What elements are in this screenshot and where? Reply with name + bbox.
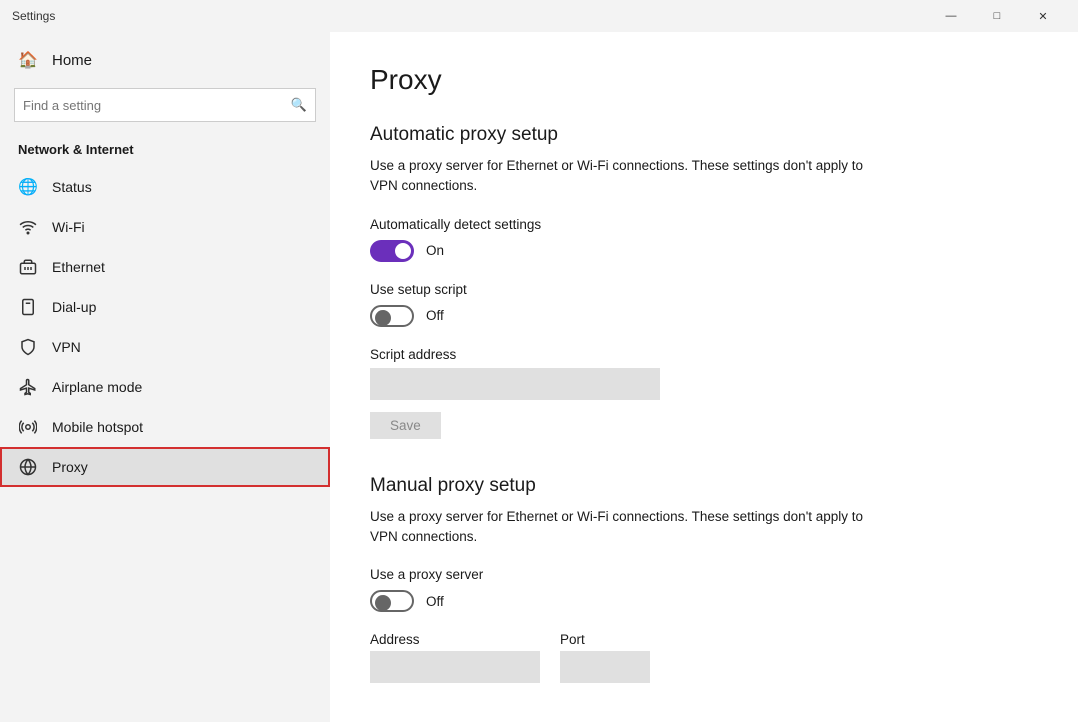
search-box: 🔍 — [14, 88, 316, 122]
sidebar-item-airplane[interactable]: Airplane mode — [0, 367, 330, 407]
sidebar: 🏠 Home 🔍 Network & Internet 🌐 Status Wi-… — [0, 32, 330, 722]
sidebar-item-label: Wi-Fi — [52, 219, 85, 235]
manual-section-desc: Use a proxy server for Ethernet or Wi-Fi… — [370, 507, 870, 548]
setup-script-toggle[interactable] — [370, 305, 414, 327]
sidebar-item-dialup[interactable]: Dial-up — [0, 287, 330, 327]
sidebar-item-wifi[interactable]: Wi-Fi — [0, 207, 330, 247]
status-icon: 🌐 — [18, 177, 38, 197]
use-proxy-state: Off — [426, 594, 444, 609]
search-icon: 🔍 — [291, 97, 307, 113]
hotspot-icon — [18, 417, 38, 437]
auto-detect-thumb — [395, 243, 411, 259]
setup-script-state: Off — [426, 308, 444, 323]
address-label: Address — [370, 632, 540, 647]
sidebar-item-label: Proxy — [52, 459, 88, 475]
sidebar-item-label: VPN — [52, 339, 81, 355]
address-port-row: Address Port — [370, 632, 1030, 683]
setup-script-thumb — [375, 310, 391, 326]
sidebar-item-proxy[interactable]: Proxy — [0, 447, 330, 487]
minimize-button[interactable]: — — [928, 0, 974, 32]
use-proxy-label: Use a proxy server — [370, 567, 1030, 582]
section-heading: Network & Internet — [0, 136, 330, 167]
dialup-icon — [18, 297, 38, 317]
use-proxy-toggle[interactable] — [370, 590, 414, 612]
sidebar-item-ethernet[interactable]: Ethernet — [0, 247, 330, 287]
app-body: 🏠 Home 🔍 Network & Internet 🌐 Status Wi-… — [0, 32, 1078, 722]
sidebar-item-hotspot[interactable]: Mobile hotspot — [0, 407, 330, 447]
sidebar-item-label: Airplane mode — [52, 379, 142, 395]
page-title: Proxy — [370, 64, 1030, 96]
wifi-icon — [18, 217, 38, 237]
sidebar-item-label: Mobile hotspot — [52, 419, 143, 435]
sidebar-item-vpn[interactable]: VPN — [0, 327, 330, 367]
address-input[interactable] — [370, 651, 540, 683]
auto-detect-label: Automatically detect settings — [370, 217, 1030, 232]
airplane-icon — [18, 377, 38, 397]
content-area: Proxy Automatic proxy setup Use a proxy … — [330, 32, 1078, 722]
address-col: Address — [370, 632, 540, 683]
search-input[interactable] — [23, 98, 291, 113]
setup-script-toggle-row: Off — [370, 305, 1030, 327]
title-bar: Settings — □ ✕ — [0, 0, 1078, 32]
auto-detect-toggle[interactable] — [370, 240, 414, 262]
home-icon: 🏠 — [18, 50, 38, 70]
sidebar-item-status[interactable]: 🌐 Status — [0, 167, 330, 207]
use-proxy-toggle-row: Off — [370, 590, 1030, 612]
proxy-icon — [18, 457, 38, 477]
sidebar-item-label: Status — [52, 179, 92, 195]
sidebar-home-label: Home — [52, 52, 92, 69]
vpn-icon — [18, 337, 38, 357]
app-title: Settings — [12, 9, 55, 23]
use-proxy-thumb — [375, 595, 391, 611]
script-address-input[interactable] — [370, 368, 660, 400]
port-label: Port — [560, 632, 650, 647]
maximize-button[interactable]: □ — [974, 0, 1020, 32]
manual-section-title: Manual proxy setup — [370, 475, 1030, 497]
sidebar-item-label: Ethernet — [52, 259, 105, 275]
window-controls: — □ ✕ — [928, 0, 1066, 32]
auto-section-title: Automatic proxy setup — [370, 124, 1030, 146]
ethernet-icon — [18, 257, 38, 277]
port-col: Port — [560, 632, 650, 683]
script-address-label: Script address — [370, 347, 1030, 362]
sidebar-item-label: Dial-up — [52, 299, 96, 315]
save-button[interactable]: Save — [370, 412, 441, 439]
close-button[interactable]: ✕ — [1020, 0, 1066, 32]
port-input[interactable] — [560, 651, 650, 683]
auto-section-desc: Use a proxy server for Ethernet or Wi-Fi… — [370, 156, 870, 197]
auto-detect-toggle-row: On — [370, 240, 1030, 262]
setup-script-label: Use setup script — [370, 282, 1030, 297]
auto-detect-state: On — [426, 243, 444, 258]
sidebar-home[interactable]: 🏠 Home — [0, 40, 330, 80]
